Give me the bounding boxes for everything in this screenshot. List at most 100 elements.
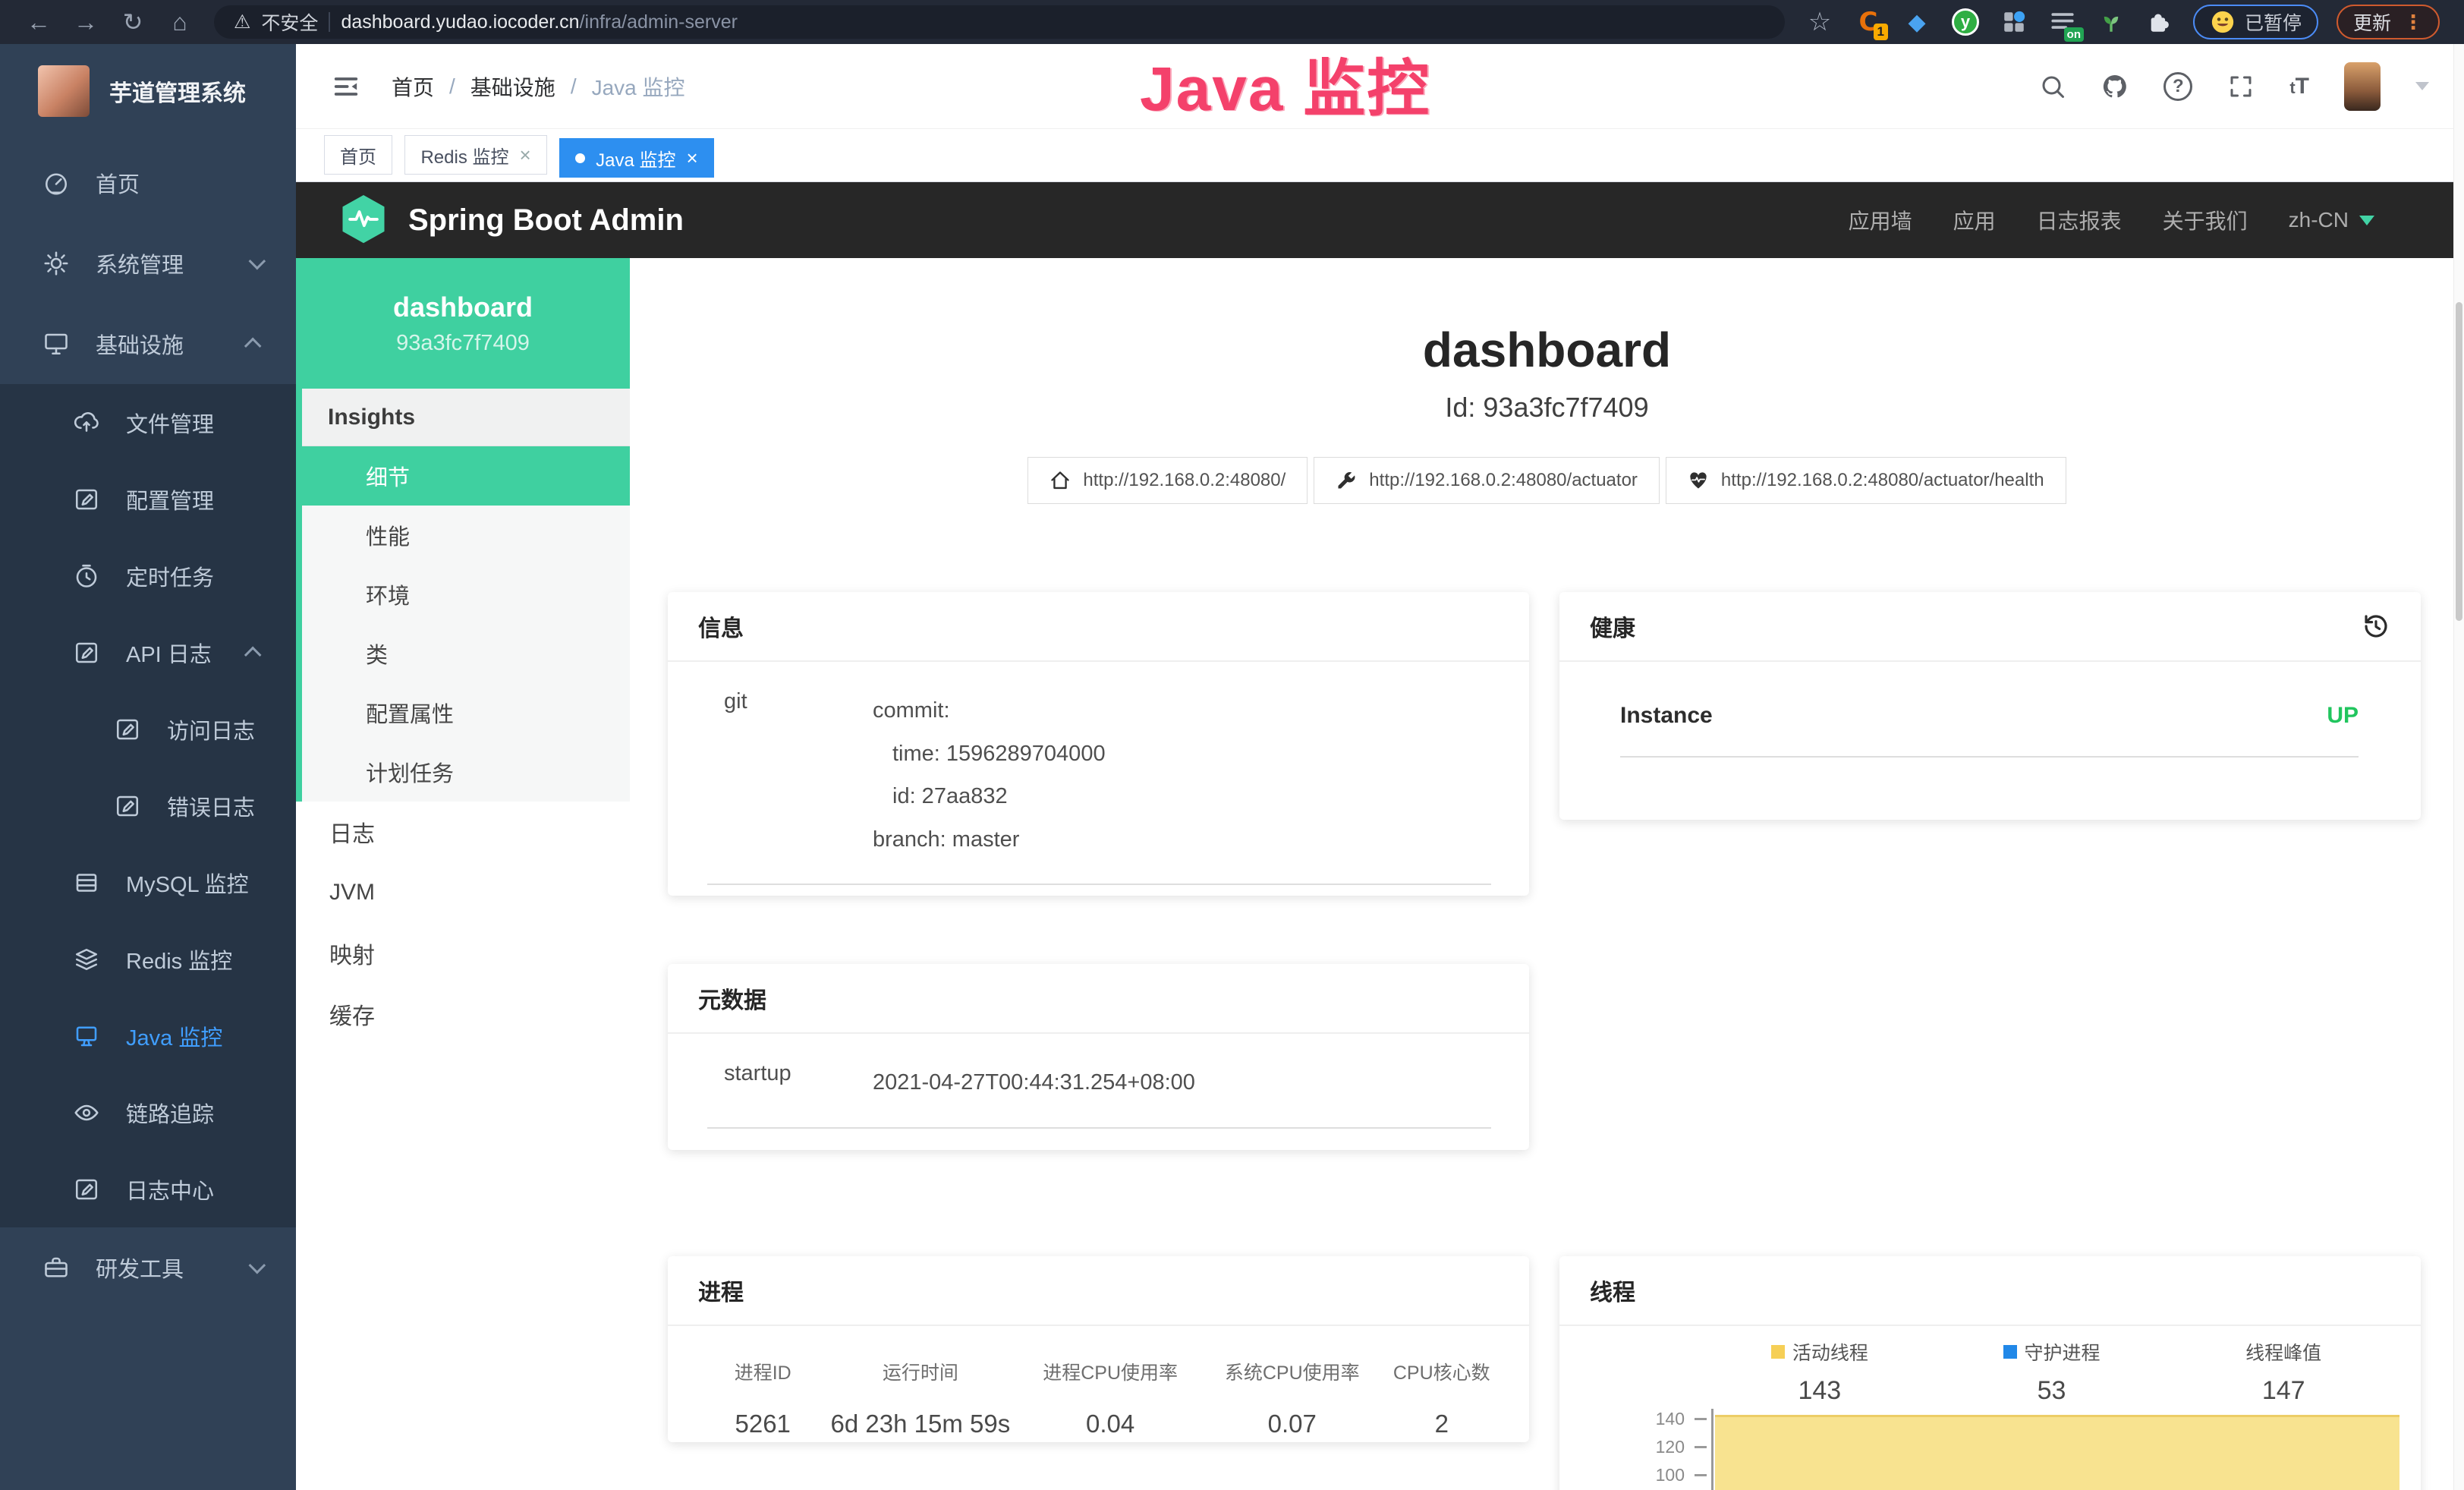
app-logo[interactable]: 芋道管理系统	[0, 44, 296, 143]
process-card-title: 进程	[668, 1256, 1529, 1326]
sba-item-environment[interactable]: 环境	[302, 565, 630, 624]
sidebar-item-config-management[interactable]: 配置管理	[0, 461, 296, 537]
sidebar-fold-icon[interactable]	[331, 71, 361, 102]
sidebar-item-api-logs[interactable]: API 日志	[0, 614, 296, 691]
back-icon[interactable]: ←	[15, 8, 62, 36]
sba-item-classes[interactable]: 类	[302, 624, 630, 683]
process-card: 进程 进程ID 运行时间 进程CPU使用率 系统CPU使用率 CPU核心数	[668, 1256, 1529, 1442]
page-scrollbar[interactable]	[2453, 44, 2464, 1490]
green-y-extension-icon[interactable]: y	[1950, 7, 1981, 37]
edit-square-icon	[73, 1176, 100, 1203]
y-tick-100: 100	[1613, 1465, 1685, 1485]
chevron-down-icon	[249, 1257, 266, 1274]
instance-header[interactable]: dashboard 93a3fc7f7409	[296, 258, 630, 389]
home-icon	[1049, 470, 1071, 491]
tab-java-monitor[interactable]: Java 监控 ×	[559, 138, 714, 178]
scrollbar-thumb[interactable]	[2456, 302, 2462, 621]
info-row-label: git	[698, 689, 873, 861]
health-card: 健康 Instance UP	[1559, 592, 2421, 820]
home-icon[interactable]: ⌂	[156, 8, 203, 36]
database-icon	[73, 869, 100, 896]
sidebar-item-java-monitor[interactable]: Java 监控	[0, 997, 296, 1074]
health-instance-row[interactable]: Instance UP	[1620, 703, 2359, 758]
search-icon[interactable]	[2039, 73, 2066, 100]
sba-link-journal[interactable]: 日志报表	[2037, 205, 2122, 235]
process-col-cores: CPU核心数	[1377, 1353, 1506, 1385]
sba-link-wallboard[interactable]: 应用墙	[1849, 205, 1912, 235]
close-icon[interactable]: ×	[687, 146, 698, 170]
monitor-icon	[42, 330, 70, 358]
sba-logo-icon	[338, 193, 389, 247]
close-icon[interactable]: ×	[519, 143, 530, 167]
sidebar-item-mysql-monitor[interactable]: MySQL 监控	[0, 844, 296, 921]
sidebar-item-tracing[interactable]: 链路追踪	[0, 1074, 296, 1151]
fullscreen-icon[interactable]	[2227, 73, 2255, 100]
screen: ← → ↻ ⌂ ⚠ 不安全 dashboard.yudao.iocoder.cn…	[0, 0, 2464, 1490]
profile-paused-pill[interactable]: 已暂停	[2193, 5, 2318, 39]
plant-extension-icon[interactable]	[2096, 7, 2126, 37]
sba-main: dashboard Id: 93a3fc7f7409 http://192.16…	[630, 258, 2464, 1490]
sidebar-item-log-center[interactable]: 日志中心	[0, 1151, 296, 1227]
health-url-chip[interactable]: http://192.168.0.2:48080/actuator/health	[1666, 457, 2066, 504]
sidebar-item-error-logs[interactable]: 错误日志	[0, 767, 296, 844]
sba-item-metrics[interactable]: 性能	[302, 506, 630, 565]
process-pid: 5261	[698, 1385, 827, 1438]
tab-home[interactable]: 首页	[324, 135, 392, 175]
grid-extension-icon[interactable]	[1999, 7, 2029, 37]
extension-badge: 1	[1874, 24, 1888, 40]
sidebar-submenu-infrastructure: 文件管理 配置管理 定时任务 API 日志 访问日志	[0, 384, 296, 1227]
metadata-startup-value: 2021-04-27T00:44:31.254+08:00	[873, 1061, 1195, 1104]
orange-c-extension-icon[interactable]: C1	[1853, 7, 1883, 37]
sba-item-config-props[interactable]: 配置属性	[302, 683, 630, 742]
tab-redis-monitor[interactable]: Redis 监控 ×	[404, 135, 546, 175]
sidebar-item-infrastructure[interactable]: 基础设施	[0, 304, 296, 384]
sba-item-logs[interactable]: 日志	[296, 802, 630, 862]
user-avatar[interactable]	[2344, 62, 2381, 111]
sidebar-item-scheduled-tasks[interactable]: 定时任务	[0, 537, 296, 614]
actuator-url-chip[interactable]: http://192.168.0.2:48080/actuator	[1314, 457, 1660, 504]
sidebar-item-dev-tools[interactable]: 研发工具	[0, 1227, 296, 1308]
text-size-icon[interactable]: tT	[2289, 74, 2309, 99]
avatar-caret-down-icon[interactable]	[2415, 82, 2429, 90]
header-actions: ? tT	[2039, 62, 2429, 111]
row-divider	[707, 884, 1491, 885]
service-url-chip[interactable]: http://192.168.0.2:48080/	[1027, 457, 1308, 504]
forward-icon[interactable]: →	[62, 8, 109, 36]
puzzle-extension-icon[interactable]	[2145, 7, 2175, 37]
sba-item-scheduled[interactable]: 计划任务	[302, 742, 630, 802]
insights-section-header: Insights	[302, 389, 630, 446]
sidebar-item-system[interactable]: 系统管理	[0, 223, 296, 304]
sidebar-item-home[interactable]: 首页	[0, 143, 296, 223]
list-on-extension-icon[interactable]: on	[2047, 7, 2078, 37]
sidebar-item-access-logs[interactable]: 访问日志	[0, 691, 296, 767]
locale-select[interactable]: zh-CN	[2289, 208, 2374, 232]
sba-link-about[interactable]: 关于我们	[2163, 205, 2248, 235]
breadcrumb-home[interactable]: 首页	[392, 71, 434, 102]
update-button[interactable]: 更新 ⋮	[2337, 5, 2440, 39]
history-icon[interactable]	[2362, 612, 2390, 641]
reload-icon[interactable]: ↻	[109, 8, 156, 36]
bookmark-star-icon[interactable]: ☆	[1805, 7, 1835, 37]
y-tick-120: 120	[1613, 1437, 1685, 1457]
daemon-threads-swatch	[2003, 1345, 2017, 1359]
sba-brand[interactable]: Spring Boot Admin	[338, 193, 684, 247]
sidebar-item-redis-monitor[interactable]: Redis 监控	[0, 921, 296, 997]
daemon-threads-label: 守护进程	[2025, 1338, 2101, 1366]
github-icon[interactable]	[2101, 73, 2129, 100]
sidebar-item-file-management[interactable]: 文件管理	[0, 384, 296, 461]
sba-item-details[interactable]: 细节	[302, 446, 630, 506]
breadcrumb-infrastructure[interactable]: 基础设施	[470, 71, 555, 102]
breadcrumb: 首页 / 基础设施 / Java 监控	[392, 71, 685, 102]
sba-item-caches[interactable]: 缓存	[296, 984, 630, 1044]
browser-menu-icon[interactable]: ⋮	[2403, 11, 2423, 34]
peak-threads-label: 线程峰值	[2245, 1338, 2321, 1366]
url-bar[interactable]: ⚠ 不安全 dashboard.yudao.iocoder.cn/infra/a…	[214, 5, 1785, 39]
insights-group: Insights 细节 性能 环境 类 配置属性 计划任务	[296, 389, 630, 802]
sba-item-jvm[interactable]: JVM	[296, 862, 630, 923]
help-icon[interactable]: ?	[2163, 72, 2192, 101]
instance-id-line: Id: 93a3fc7f7409	[630, 392, 2464, 424]
blue-gem-extension-icon[interactable]: ◆	[1902, 7, 1932, 37]
sba-link-applications[interactable]: 应用	[1953, 205, 1996, 235]
threads-card-title: 线程	[1559, 1256, 2421, 1326]
sba-item-mappings[interactable]: 映射	[296, 923, 630, 984]
